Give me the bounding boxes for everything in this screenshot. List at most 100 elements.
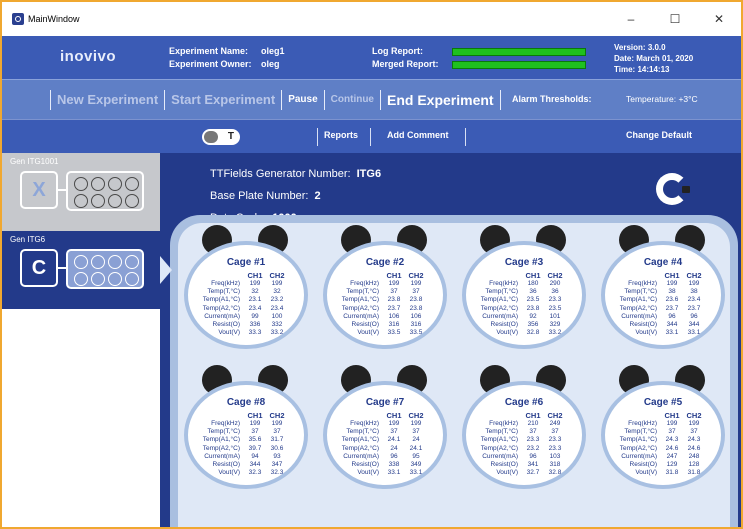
start-experiment-button[interactable]: Start Experiment: [165, 92, 281, 107]
cage-title: Cage #7: [365, 397, 405, 408]
generator-number-value: ITG6: [356, 168, 382, 180]
ch1-value: 210: [527, 420, 539, 427]
ch2-value: 316: [410, 321, 422, 329]
ch1-value: 37: [668, 428, 676, 436]
ch2-value: 23.4: [687, 296, 701, 304]
end-experiment-button[interactable]: End Experiment: [381, 92, 500, 108]
reading-row: Vout(V) 33.5 33.5: [331, 329, 447, 337]
cage-readings: CH1 CH2 Freq(kHz) 180 290 Temp(T,°C) 36 36 Temp(…: [470, 271, 586, 337]
ch1-value: 23.7: [665, 304, 679, 312]
ch2-value: 24.1: [409, 444, 423, 452]
cage-header-row: CH1 CH2: [470, 411, 586, 420]
reports-button[interactable]: Reports: [324, 130, 358, 140]
log-report-label: Log Report:: [372, 46, 423, 56]
reading-row: Current(mA) 94 93: [192, 453, 308, 461]
ch2-value: 23.3: [548, 296, 562, 304]
cage-readings: CH1 CH2 Freq(kHz) 199 199 Temp(T,°C) 37 37 Temp(…: [192, 411, 308, 477]
cage-card[interactable]: Cage #2 CH1 CH2 Freq(kHz) 199 199 Temp(T,°C) 37…: [319, 225, 451, 375]
reading-row: Vout(V) 33.3 33.2: [192, 329, 308, 337]
ch2-value: 32: [273, 288, 281, 296]
reading-label: Current(mA): [204, 452, 240, 460]
reading-label: Temp(A1,°C): [480, 296, 518, 304]
reading-row: Resist(O) 356 329: [470, 321, 586, 329]
reading-label: Current(mA): [204, 312, 240, 320]
ch2-value: 93: [273, 452, 281, 460]
ch1-value: 92: [529, 312, 537, 320]
cage-header-row: CH1 CH2: [192, 411, 308, 420]
ch1-value: 23.5: [526, 296, 540, 304]
cage-card[interactable]: Cage #6 CH1 CH2 Freq(kHz) 210 249 Temp(T,°C) 37…: [458, 365, 590, 515]
reading-label: Vout(V): [635, 469, 657, 477]
time-label: Time:: [614, 65, 636, 74]
ch2-value: 23.2: [270, 296, 284, 304]
reading-row: Vout(V) 33.1 33.1: [609, 329, 725, 337]
ch1-value: 31.8: [665, 469, 679, 477]
connector-line: [58, 267, 66, 269]
ch2-value: 199: [271, 280, 283, 287]
change-default-button[interactable]: Change Default: [626, 130, 692, 140]
reading-row: Temp(A1,°C) 35.6 31.7: [192, 436, 308, 444]
reading-label: Temp(A1,°C): [480, 436, 518, 444]
reading-label: Resist(O): [629, 321, 657, 329]
cage-body-inner: Cage #6 CH1 CH2 Freq(kHz) 210 249 Temp(T,°C) 37…: [466, 385, 582, 485]
reading-label: Current(mA): [482, 452, 518, 460]
reading-label: Temp(A1,°C): [619, 296, 657, 304]
channel-header: CH2: [686, 271, 702, 280]
cage-title: Cage #3: [504, 257, 544, 268]
ch1-value: 23.1: [248, 296, 262, 304]
ch1-value: 96: [668, 312, 676, 320]
temperature-toggle[interactable]: T: [202, 129, 240, 145]
ch1-value: 32.8: [526, 329, 540, 337]
ch1-value: 36: [529, 288, 537, 296]
reading-row: Current(mA) 92 101: [470, 313, 586, 321]
cage-body-inner: Cage #8 CH1 CH2 Freq(kHz) 199 199 Temp(T,°C) 37…: [188, 385, 304, 485]
new-experiment-button[interactable]: New Experiment: [51, 92, 164, 107]
cage-body: Cage #7 CH1 CH2 Freq(kHz) 199 199 Temp(T,°C) 37…: [323, 381, 447, 489]
continue-button[interactable]: Continue: [325, 94, 380, 105]
generator-card-itg1001[interactable]: Gen ITG1001 X: [2, 153, 160, 231]
cage-header-row: CH1 CH2: [470, 271, 586, 280]
cage-header-spacer: [331, 411, 383, 420]
pause-button[interactable]: Pause: [282, 94, 323, 105]
reading-row: Current(mA) 99 100: [192, 313, 308, 321]
ch2-value: 31.8: [687, 469, 701, 477]
ch1-value: 96: [529, 452, 537, 460]
toolbar-divider: [499, 89, 501, 110]
ch1-value: 32.7: [526, 469, 540, 477]
channel-header: CH1: [525, 411, 541, 420]
ch1-value: 23.2: [526, 444, 540, 452]
cage-body: Cage #4 CH1 CH2 Freq(kHz) 199 199 Temp(T,°C) 38…: [601, 241, 725, 349]
cage-card[interactable]: Cage #3 CH1 CH2 Freq(kHz) 180 290 Temp(T,°C) 36…: [458, 225, 590, 375]
cage-readings: CH1 CH2 Freq(kHz) 199 199 Temp(T,°C) 32 32 Temp(…: [192, 271, 308, 337]
plate-icon: [66, 171, 144, 211]
reading-label: Temp(A2,°C): [619, 444, 657, 452]
generator-card-itg6[interactable]: Gen ITG6 C: [2, 231, 160, 309]
ch1-value: 23.4: [248, 304, 262, 312]
reading-label: Resist(O): [212, 461, 240, 469]
cage-card[interactable]: Cage #4 CH1 CH2 Freq(kHz) 199 199 Temp(T,°C) 38…: [597, 225, 729, 375]
ch2-value: 33.1: [409, 469, 423, 477]
cage-readings: CH1 CH2 Freq(kHz) 199 199 Temp(T,°C) 37 37 Temp(…: [609, 411, 725, 477]
reading-row: Temp(A2,°C) 24.6 24.6: [609, 445, 725, 453]
toggle-label: T: [227, 131, 234, 142]
reading-row: Freq(kHz) 199 199: [192, 280, 308, 288]
ch1-value: 199: [666, 280, 678, 287]
cage-card[interactable]: Cage #1 CH1 CH2 Freq(kHz) 199 199 Temp(T,°C) 32…: [180, 225, 312, 375]
date-value: March 01, 2020: [636, 54, 694, 63]
add-comment-button[interactable]: Add Comment: [387, 130, 449, 140]
reading-label: Vout(V): [496, 329, 518, 337]
cage-card[interactable]: Cage #8 CH1 CH2 Freq(kHz) 199 199 Temp(T,°C) 37…: [180, 365, 312, 515]
minimize-button[interactable]: –: [609, 2, 653, 36]
cage-header-row: CH1 CH2: [609, 271, 725, 280]
reading-row: Temp(A2,°C) 24 24.1: [331, 445, 447, 453]
cage-card[interactable]: Cage #7 CH1 CH2 Freq(kHz) 199 199 Temp(T,°C) 37…: [319, 365, 451, 515]
ch1-value: 33.1: [665, 329, 679, 337]
cage-card[interactable]: Cage #5 CH1 CH2 Freq(kHz) 199 199 Temp(T,°C) 37…: [597, 365, 729, 515]
ch2-value: 249: [549, 420, 561, 427]
maximize-button[interactable]: ☐: [653, 2, 697, 36]
ch2-value: 23.8: [409, 304, 423, 312]
ch2-value: 349: [410, 461, 422, 469]
close-button[interactable]: ✕: [697, 2, 741, 36]
ch1-value: 23.7: [387, 304, 401, 312]
ch2-value: 32.3: [270, 469, 284, 477]
